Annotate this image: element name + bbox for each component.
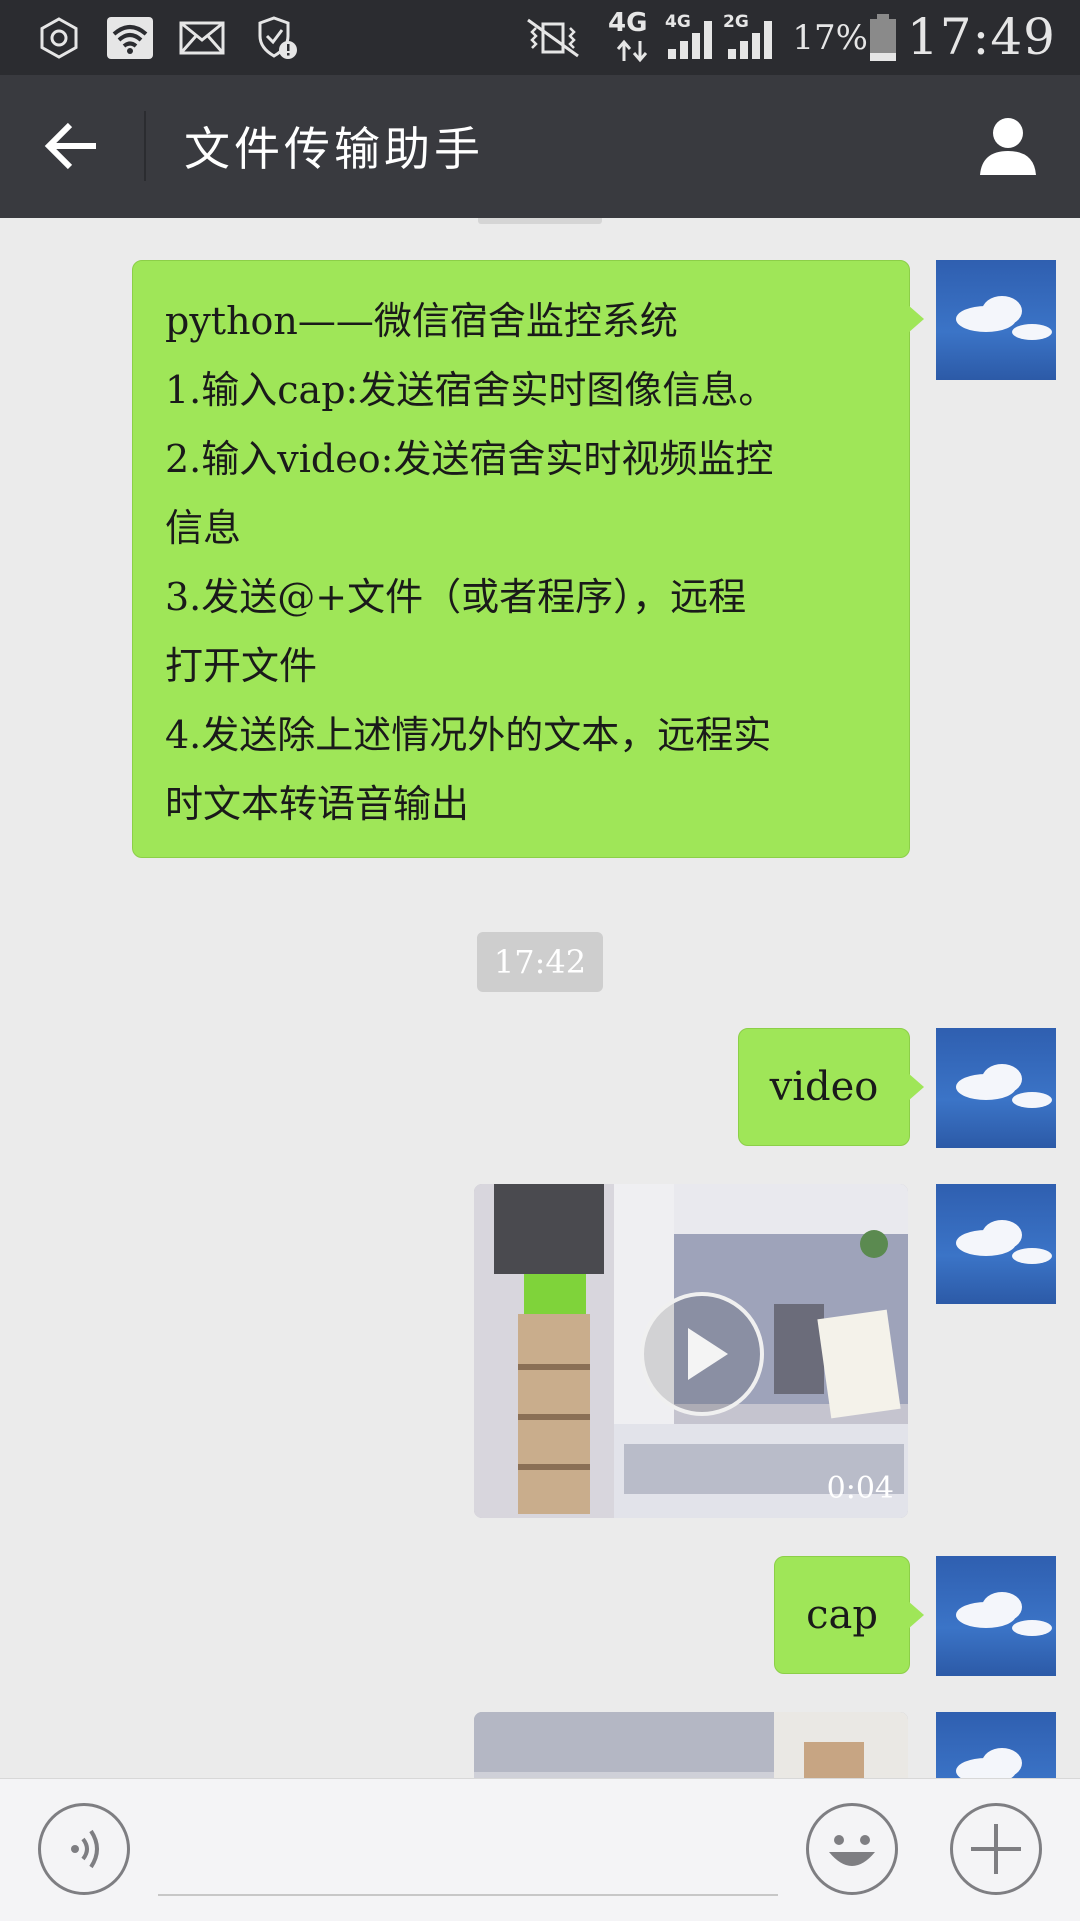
video-message[interactable]: 0:04 (474, 1184, 908, 1518)
signal-sim1-icon (664, 10, 724, 65)
profile-button[interactable] (972, 111, 1044, 183)
title-bar: 文件传输助手 (0, 75, 1080, 218)
message-line: 3.发送@+文件（或者程序），远程 (165, 575, 747, 619)
avatar[interactable] (936, 1184, 1056, 1304)
avatar[interactable] (936, 1712, 1056, 1778)
emoji-icon (829, 1835, 875, 1866)
avatar[interactable] (936, 1028, 1056, 1148)
message-bubble-instructions[interactable]: python——微信宿舍监控系统 1.输入cap:发送宿舍实时图像信息。 2.输… (132, 260, 924, 858)
message-input[interactable] (158, 1894, 778, 1896)
battery-percent: 17% (792, 18, 868, 58)
message-line: 1.输入cap:发送宿舍实时图像信息。 (165, 368, 777, 412)
network-type-label: 4G (608, 8, 648, 38)
message-line: 时文本转语音输出 (165, 782, 470, 826)
play-icon[interactable] (640, 1292, 764, 1416)
status-bar: 4G 4G 2G 17% 17:49 (0, 0, 1080, 75)
image-thumbnail (474, 1712, 908, 1778)
shield-alert-icon (250, 10, 306, 65)
message-text: cap (806, 1592, 878, 1638)
message-bubble-cap[interactable]: cap (774, 1556, 924, 1674)
arrow-left-icon (44, 122, 96, 170)
timestamp: 17:42 (477, 932, 603, 992)
message-text: video (769, 1064, 879, 1110)
avatar[interactable] (936, 260, 1056, 380)
hexagon-app-icon (28, 10, 90, 65)
voice-icon (71, 1829, 99, 1869)
message-bubble-video[interactable]: video (738, 1028, 924, 1146)
message-line: 4.发送除上述情况外的文本，远程实 (165, 713, 772, 757)
battery-icon (866, 10, 900, 65)
clock: 17:49 (906, 8, 1056, 66)
previous-timestamp-stub (478, 218, 602, 224)
plus-button[interactable] (950, 1803, 1042, 1895)
back-button[interactable] (38, 111, 108, 181)
title-divider (144, 111, 146, 181)
chat-area[interactable]: python——微信宿舍监控系统 1.输入cap:发送宿舍实时图像信息。 2.输… (0, 218, 1080, 1778)
voice-button[interactable] (38, 1803, 130, 1895)
video-duration: 0:04 (826, 1471, 894, 1506)
mail-icon (176, 10, 228, 65)
avatar[interactable] (936, 1556, 1056, 1676)
page-title: 文件传输助手 (184, 122, 484, 176)
input-bar (0, 1778, 1080, 1921)
signal-sim2-icon (724, 10, 784, 65)
person-icon (980, 118, 1036, 175)
wifi-icon (104, 10, 156, 65)
vibrate-mute-icon (518, 10, 588, 65)
plus-icon (971, 1824, 1021, 1874)
emoji-button[interactable] (806, 1803, 898, 1895)
image-message[interactable] (474, 1712, 908, 1778)
message-line: 2.输入video:发送宿舍实时视频监控 (165, 437, 774, 481)
message-line: 打开文件 (165, 644, 318, 688)
message-line: 信息 (165, 506, 242, 550)
message-line: python——微信宿舍监控系统 (165, 299, 678, 343)
data-arrows-icon (612, 38, 652, 64)
